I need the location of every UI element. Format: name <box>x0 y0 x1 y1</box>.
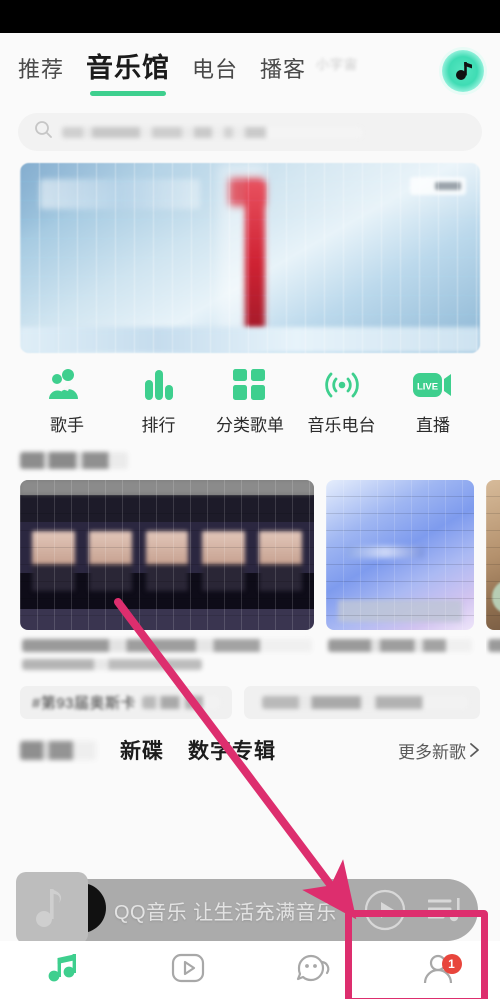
top-tab-bar: 推荐 音乐馆 电台 播客 小宇宙 <box>0 33 500 109</box>
card-title <box>22 639 312 652</box>
thumb-mosaic-overlay <box>20 480 314 630</box>
player-title: QQ音乐 让生活充满音乐 <box>114 901 337 924</box>
playlist-icon[interactable] <box>428 893 462 927</box>
category-ranking-label: 排行 <box>141 416 176 435</box>
category-live-label: 直播 <box>416 416 450 435</box>
new-release-more-link[interactable]: 更多新歌 <box>398 738 480 763</box>
banner-section <box>0 151 500 353</box>
nav-item-video[interactable] <box>125 952 250 989</box>
new-release-tab-digital-album[interactable]: 数字专辑 <box>188 735 276 765</box>
nav-item-music[interactable] <box>0 951 125 990</box>
tag-pill-label: #第93届奥斯卡 <box>32 695 137 712</box>
tab-radio[interactable]: 电台 <box>192 52 238 95</box>
chart-bars-icon <box>142 367 176 403</box>
tag-pill-blur <box>142 696 220 709</box>
category-live[interactable]: LIVE 直播 <box>392 367 474 436</box>
tab-music-hall[interactable]: 音乐馆 <box>86 46 170 96</box>
live-camera-icon: LIVE <box>413 367 453 403</box>
card-caption <box>486 630 500 652</box>
tag-pill-blur <box>262 696 468 709</box>
card-subtitle <box>22 659 202 670</box>
bottom-navigation-bar: 1 <box>0 941 500 999</box>
category-singer-label: 歌手 <box>50 416 84 435</box>
tab-radio-label: 电台 <box>192 57 239 82</box>
category-row: 歌手 排行 分类歌单 音乐电台 LIVE 直播 <box>0 353 500 442</box>
card-item[interactable] <box>486 480 500 670</box>
chevron-right-icon <box>470 743 479 757</box>
music-note-icon <box>46 951 80 990</box>
svg-text:LIVE: LIVE <box>417 382 438 393</box>
category-ranking[interactable]: 排行 <box>118 367 200 436</box>
tab-music-hall-label: 音乐馆 <box>86 53 171 83</box>
thumb-mosaic-overlay <box>326 480 474 630</box>
active-tab-underline <box>90 91 167 96</box>
new-release-more-label: 更多新歌 <box>398 742 466 762</box>
banner-carousel[interactable] <box>20 163 480 353</box>
tag-pill[interactable]: #第93届奥斯卡 <box>20 686 232 719</box>
card-caption <box>326 630 474 652</box>
category-radio[interactable]: 音乐电台 <box>301 367 383 436</box>
category-playlist-label: 分类歌单 <box>216 416 284 435</box>
nav-item-social[interactable] <box>250 952 375 989</box>
tab-podcast-label: 播客 <box>260 57 307 82</box>
new-release-tab-disc[interactable]: 新碟 <box>120 735 164 765</box>
tab-list: 推荐 音乐馆 电台 播客 小宇宙 <box>18 46 442 96</box>
cut-off-thumb-icon <box>486 480 500 630</box>
search-input[interactable] <box>62 126 362 138</box>
side-label: 小宇宙 <box>316 57 359 72</box>
app-screen: 推荐 音乐馆 电台 播客 小宇宙 歌手 排行 分类歌单 音乐电台 LIVE 直播… <box>0 33 500 999</box>
blue-playlist-thumb-icon <box>326 480 474 630</box>
recommend-section-title <box>20 452 128 469</box>
music-note-art-icon[interactable] <box>16 872 106 944</box>
tab-podcast[interactable]: 播客 <box>260 52 306 95</box>
status-bar <box>0 0 500 33</box>
tab-recommend-label: 推荐 <box>18 57 65 82</box>
radio-wave-icon <box>323 367 361 403</box>
social-face-icon <box>295 952 331 989</box>
video-play-icon <box>171 952 205 989</box>
recommend-card-row <box>0 480 500 670</box>
tab-recommend[interactable]: 推荐 <box>18 52 64 95</box>
card-item[interactable] <box>326 480 474 670</box>
singer-icon <box>49 367 85 403</box>
recommend-section-header <box>0 442 500 480</box>
nav-item-profile[interactable]: 1 <box>375 952 500 989</box>
qq-music-note-logo-icon[interactable] <box>442 50 484 92</box>
banner-mosaic-overlay <box>20 163 480 353</box>
play-circle-icon[interactable] <box>364 889 406 931</box>
thumb-mosaic-overlay <box>486 480 500 630</box>
card-item[interactable] <box>20 480 314 670</box>
new-release-lead <box>20 740 96 760</box>
new-release-row: 新碟 数字专辑 更多新歌 <box>0 719 500 765</box>
search-icon <box>34 120 53 144</box>
card-caption <box>20 630 314 670</box>
mini-player-bar[interactable]: QQ音乐 让生活充满音乐 <box>16 872 478 944</box>
mv-group-thumb-icon <box>20 480 314 630</box>
profile-badge-count: 1 <box>441 953 462 974</box>
category-singer[interactable]: 歌手 <box>26 367 108 436</box>
category-radio-label: 音乐电台 <box>307 416 376 435</box>
category-playlist[interactable]: 分类歌单 <box>209 367 291 436</box>
grid-squares-icon <box>233 367 267 403</box>
search-section <box>0 109 500 151</box>
search-bar[interactable] <box>18 113 482 151</box>
tag-row: #第93届奥斯卡 <box>0 670 500 719</box>
tag-pill[interactable] <box>244 686 480 719</box>
card-title <box>488 639 500 652</box>
card-title <box>328 639 472 652</box>
